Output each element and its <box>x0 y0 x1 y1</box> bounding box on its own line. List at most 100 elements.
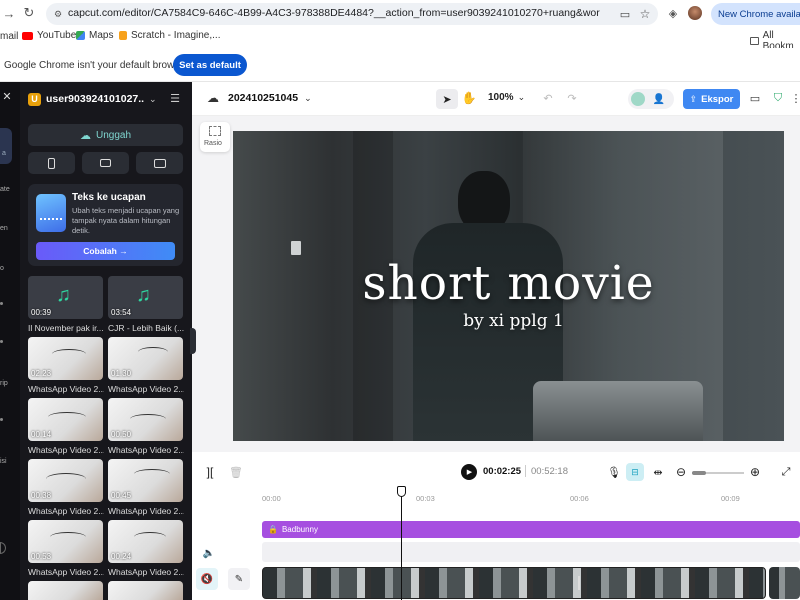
media-video-8[interactable]: 00:24 <box>108 520 183 563</box>
phone-upload-button[interactable] <box>28 152 75 174</box>
sidebar-label-template[interactable]: ate <box>0 186 10 193</box>
media-video-10[interactable] <box>108 581 183 600</box>
set-default-label: Set as default <box>179 59 241 71</box>
video-preview[interactable]: short movie by xi pplg 1 <box>233 131 784 441</box>
media-label: WhatsApp Video 2... <box>108 445 184 455</box>
youtube-icon <box>22 31 33 40</box>
sidebar-label-elemen[interactable]: en <box>0 225 8 232</box>
playhead[interactable] <box>397 486 406 600</box>
video-clip-2[interactable] <box>769 567 800 599</box>
media-video-9[interactable] <box>28 581 103 600</box>
title-overlay[interactable]: short movie by xi pplg 1 <box>233 257 784 332</box>
ruler-tick: 00:06 <box>570 494 589 503</box>
back-icon[interactable]: → <box>2 6 16 21</box>
sidebar-label-skrip[interactable]: rip <box>0 380 8 387</box>
play-button[interactable]: ▶ <box>461 464 477 480</box>
ratio-button[interactable]: Rasio <box>200 122 230 152</box>
media-audio-1[interactable]: ♫ 00:39 <box>28 276 103 319</box>
panel-menu-icon[interactable]: ☰ <box>169 92 181 105</box>
media-video-2[interactable]: 01:30 <box>108 337 183 380</box>
clip-boundary[interactable] <box>578 576 580 590</box>
track-volume-icon[interactable]: 🔈 <box>202 546 216 560</box>
bookmark-youtube-label: YouTube <box>37 30 77 41</box>
video-clip-main[interactable] <box>262 567 766 599</box>
media-label: WhatsApp Video 2... <box>28 384 104 394</box>
redo-icon[interactable]: ↷ <box>566 92 578 105</box>
url-text[interactable]: capcut.com/editor/CA7584C9-646C-4B99-A4C… <box>68 7 600 19</box>
shield-icon[interactable]: ⛉ <box>772 92 784 104</box>
export-icon: ⇪ <box>689 93 698 104</box>
sidebar-item-media[interactable]: a <box>0 128 12 164</box>
split-view-icon[interactable]: ⇹ <box>652 465 664 479</box>
sidebar-dot-icon <box>0 418 3 421</box>
select-tool[interactable]: ➤ <box>436 89 458 109</box>
playhead-handle[interactable] <box>397 486 406 497</box>
cast-icon[interactable]: ▭ <box>618 7 632 21</box>
extensions-icon[interactable]: ◈ <box>666 6 680 20</box>
address-bar[interactable]: ⚙ capcut.com/editor/CA7584C9-646C-4B99-A… <box>46 3 658 25</box>
microphone-icon[interactable]: 🎙 <box>607 465 621 479</box>
hand-tool-icon[interactable]: ✋ <box>462 91 477 105</box>
media-duration: 01:30 <box>111 369 132 378</box>
cover-edit-button[interactable]: ✎ <box>228 568 250 590</box>
fit-timeline-icon[interactable]: ⤢ <box>780 465 792 479</box>
browser-toolbar: → ↻ ⚙ capcut.com/editor/CA7584C9-646C-4B… <box>0 0 800 28</box>
tts-try-button[interactable]: Cobalah → <box>36 242 175 260</box>
delete-icon[interactable]: 🗑 <box>229 465 243 479</box>
workspace-selector[interactable]: U user903924101027... ⌄ <box>28 91 162 107</box>
media-duration: 00:53 <box>31 552 52 561</box>
screen-record-icon <box>153 158 166 168</box>
empty-track[interactable] <box>262 542 800 562</box>
audio-clip[interactable]: 🔒 Badbunny <box>262 521 800 538</box>
project-name[interactable]: 202410251045 ⌄ <box>228 92 312 104</box>
media-video-5[interactable]: 00:38 <box>28 459 103 502</box>
bookmark-scratch[interactable]: Scratch - Imagine,... <box>119 30 220 41</box>
bookmark-star-icon[interactable]: ☆ <box>638 7 652 21</box>
media-audio-2[interactable]: ♫ 03:54 <box>108 276 183 319</box>
sidebar-label-audio[interactable]: o <box>0 265 4 272</box>
timeline-ruler[interactable]: 00:00 00:03 00:06 00:09 <box>260 492 800 506</box>
more-icon[interactable]: ⋮ <box>791 92 800 105</box>
bookmark-youtube[interactable]: YouTube <box>22 30 76 41</box>
media-video-3[interactable]: 00:14 <box>28 398 103 441</box>
help-icon[interactable] <box>0 542 6 554</box>
auto-snap-toggle[interactable]: ⊟ <box>626 463 644 481</box>
collapse-icon[interactable]: ✕ <box>2 90 12 103</box>
media-video-7[interactable]: 00:53 <box>28 520 103 563</box>
media-video-1[interactable]: 02:23 <box>28 337 103 380</box>
tts-try-label: Cobalah → <box>83 246 128 256</box>
media-video-6[interactable]: 00:45 <box>108 459 183 502</box>
split-icon[interactable]: ][ <box>204 465 216 479</box>
record-screen-button[interactable] <box>136 152 183 174</box>
reload-icon[interactable]: ↻ <box>22 5 36 20</box>
export-label: Ekspor <box>701 93 734 105</box>
chrome-update-button[interactable]: New Chrome available <box>711 3 800 25</box>
profile-avatar[interactable] <box>688 6 702 20</box>
timeline-zoom-slider[interactable] <box>692 471 744 475</box>
zoom-selector[interactable]: 100% ⌄ <box>488 92 525 103</box>
undo-icon[interactable]: ↶ <box>542 92 554 105</box>
bookmark-maps[interactable]: Maps <box>76 30 113 41</box>
collaborator-avatars[interactable]: 👤 <box>628 89 674 109</box>
bookmark-gmail[interactable]: mail <box>0 31 18 42</box>
zoom-value: 100% <box>488 92 514 103</box>
export-button[interactable]: ⇪ Ekspor <box>683 89 740 109</box>
main-track-mute[interactable]: 🔇 <box>196 568 218 590</box>
infobar-text: Google Chrome isn't your default browser <box>4 60 189 71</box>
present-icon[interactable]: ▭ <box>748 92 762 105</box>
sidebar-label-transisi[interactable]: isi <box>0 458 7 465</box>
zoom-in-icon[interactable]: ⊕ <box>749 465 761 479</box>
slider-thumb[interactable] <box>692 471 706 475</box>
media-duration: 00:50 <box>111 430 132 439</box>
zoom-out-icon[interactable]: ⊖ <box>675 465 687 479</box>
media-label: WhatsApp Video 2... <box>28 445 104 455</box>
project-name-label: 202410251045 <box>228 92 299 104</box>
upload-button[interactable]: ☁ Unggah <box>28 124 183 146</box>
audio-clip-name: Badbunny <box>281 525 318 534</box>
media-video-4[interactable]: 00:50 <box>108 398 183 441</box>
add-user-icon: 👤 <box>652 93 666 105</box>
site-settings-icon[interactable]: ⚙ <box>52 8 64 20</box>
panel-collapse-handle[interactable] <box>190 328 196 354</box>
record-video-button[interactable] <box>82 152 129 174</box>
set-default-button[interactable]: Set as default <box>173 54 247 76</box>
